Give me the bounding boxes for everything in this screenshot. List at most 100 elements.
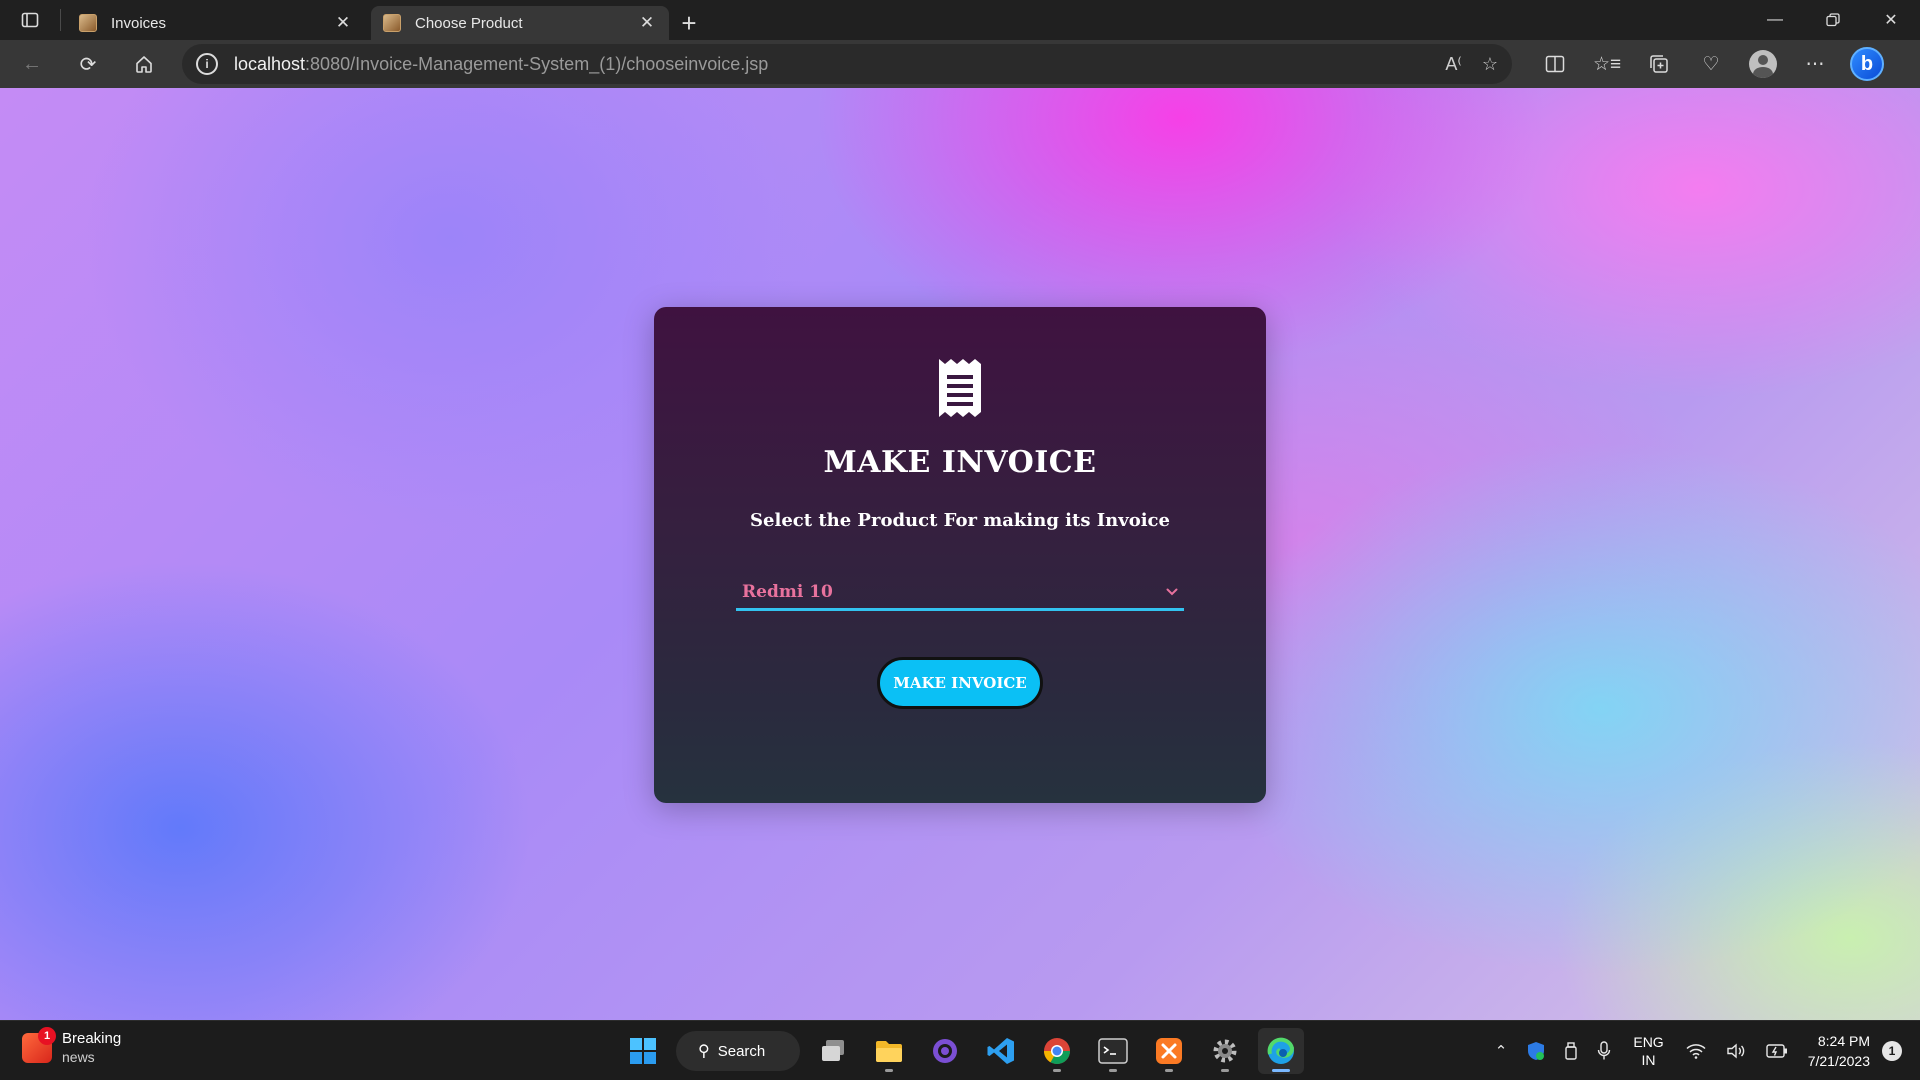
read-aloud-icon[interactable]: A⁽ — [1445, 54, 1461, 75]
folder-icon — [876, 1041, 902, 1062]
edge-button[interactable] — [1258, 1028, 1304, 1074]
close-window-button[interactable]: ✕ — [1862, 0, 1920, 40]
tab-label: Invoices — [111, 14, 167, 32]
heart-pulse-icon: ♡ — [1702, 53, 1720, 75]
xampp-button[interactable] — [1146, 1028, 1192, 1074]
running-indicator — [1165, 1069, 1173, 1072]
restore-button[interactable] — [1804, 0, 1862, 40]
product-select-value: Redmi 10 — [742, 581, 833, 602]
refresh-icon: ⟳ — [79, 53, 97, 76]
home-button[interactable] — [120, 44, 168, 84]
site-favicon-icon — [79, 14, 97, 32]
address-bar-actions: A⁽ ☆ — [1445, 54, 1498, 75]
url-text: localhost:8080/Invoice-Management-System… — [234, 54, 768, 75]
notification-badge[interactable]: 1 — [1882, 1041, 1902, 1061]
file-explorer-button[interactable] — [866, 1028, 912, 1074]
back-button[interactable]: ← — [8, 44, 56, 84]
wifi-icon[interactable] — [1686, 1043, 1706, 1059]
invoice-card: MAKE INVOICE Select the Product For maki… — [654, 307, 1266, 803]
gear-icon — [1213, 1039, 1237, 1063]
product-select[interactable]: Redmi 10 — [736, 575, 1184, 611]
clock-time: 8:24 PM — [1817, 1033, 1870, 1049]
news-subtitle: news — [62, 1049, 95, 1065]
copilot-button[interactable]: b — [1844, 44, 1890, 84]
github-desktop-button[interactable] — [922, 1028, 968, 1074]
vscode-icon — [987, 1038, 1014, 1064]
running-indicator — [885, 1069, 893, 1072]
close-icon[interactable]: ✕ — [333, 13, 353, 33]
profile-button[interactable] — [1740, 44, 1786, 84]
settings-button[interactable] — [1202, 1028, 1248, 1074]
instruction-text: Select the Product For making its Invoic… — [750, 510, 1170, 531]
taskbar: 1 Breaking news ⚲ Search ⌃ ENG IN 8:24 P… — [0, 1020, 1920, 1080]
usb-device-icon[interactable] — [1565, 1042, 1578, 1060]
restore-icon — [1826, 13, 1840, 27]
window-controls: — ✕ — [1746, 0, 1920, 40]
minimize-button[interactable]: — — [1746, 0, 1804, 40]
home-icon — [136, 56, 152, 73]
url-path: :8080/Invoice-Management-System_(1)/choo… — [305, 53, 769, 74]
language-indicator[interactable]: ENG IN — [1633, 1033, 1663, 1069]
tab-actions-icon — [21, 12, 39, 28]
chrome-button[interactable] — [1034, 1028, 1080, 1074]
favorites-button[interactable]: ☆≡ — [1584, 44, 1630, 84]
tab-actions-button[interactable] — [0, 0, 60, 40]
task-view-icon — [822, 1040, 844, 1061]
system-tray: ⌃ ENG IN 8:24 PM 7/21/2023 1 — [1485, 1021, 1920, 1080]
refresh-button[interactable]: ⟳ — [64, 44, 112, 84]
security-shield-icon[interactable] — [1527, 1041, 1545, 1061]
tab-choose-product[interactable]: Choose Product ✕ — [371, 6, 669, 40]
running-indicator — [1272, 1069, 1290, 1072]
terminal-button[interactable] — [1090, 1028, 1136, 1074]
site-info-icon[interactable]: i — [196, 53, 218, 75]
toolbar-icons: ☆≡ ♡ ⋯ b — [1532, 44, 1890, 84]
news-widget[interactable]: 1 Breaking news — [22, 1027, 121, 1067]
close-icon[interactable]: ✕ — [637, 13, 657, 33]
taskbar-search[interactable]: ⚲ Search — [676, 1031, 800, 1071]
vscode-button[interactable] — [978, 1028, 1024, 1074]
running-indicator — [1053, 1069, 1061, 1072]
chevron-up-icon[interactable]: ⌃ — [1495, 1042, 1508, 1060]
page-title: MAKE INVOICE — [823, 445, 1097, 480]
collections-button[interactable] — [1636, 44, 1682, 84]
taskbar-apps: ⚲ Search — [620, 1027, 1304, 1075]
settings-menu-button[interactable]: ⋯ — [1792, 44, 1838, 84]
running-indicator — [1109, 1069, 1117, 1072]
split-screen-icon — [1545, 55, 1565, 73]
avatar — [1749, 50, 1777, 78]
browser-essentials-button[interactable]: ♡ — [1688, 44, 1734, 84]
site-favicon-icon — [383, 14, 401, 32]
plus-icon: + — [681, 7, 697, 38]
github-icon — [933, 1039, 957, 1063]
page-viewport: MAKE INVOICE Select the Product For maki… — [0, 88, 1920, 1020]
minimize-icon: — — [1767, 11, 1783, 28]
bing-icon: b — [1850, 47, 1884, 81]
microphone-icon[interactable] — [1597, 1041, 1611, 1061]
more-icon: ⋯ — [1805, 53, 1825, 75]
task-view-button[interactable] — [810, 1028, 856, 1074]
language-secondary: IN — [1641, 1052, 1656, 1068]
chevron-down-icon — [1166, 588, 1178, 595]
terminal-icon — [1098, 1038, 1128, 1064]
url-host: localhost — [234, 53, 306, 74]
edge-icon — [1267, 1037, 1295, 1064]
receipt-icon — [939, 359, 981, 417]
new-tab-button[interactable]: + — [669, 6, 709, 40]
battery-icon[interactable] — [1766, 1044, 1788, 1058]
favorite-star-icon[interactable]: ☆ — [1482, 54, 1498, 75]
clock[interactable]: 8:24 PM 7/21/2023 — [1808, 1031, 1870, 1071]
volume-icon[interactable] — [1726, 1043, 1746, 1059]
tab-separator — [60, 9, 61, 31]
start-button[interactable] — [620, 1028, 666, 1074]
tab-invoices[interactable]: Invoices ✕ — [67, 6, 365, 40]
arrow-left-icon: ← — [22, 52, 42, 75]
news-badge: 1 — [38, 1027, 56, 1045]
split-screen-button[interactable] — [1532, 44, 1578, 84]
make-invoice-button[interactable]: MAKE INVOICE — [877, 657, 1043, 709]
news-icon: 1 — [22, 1027, 56, 1063]
tab-label: Choose Product — [415, 14, 523, 32]
xampp-icon — [1156, 1038, 1182, 1064]
language-primary: ENG — [1633, 1034, 1664, 1050]
favorites-icon: ☆≡ — [1592, 53, 1622, 75]
address-bar[interactable]: i localhost:8080/Invoice-Management-Syst… — [182, 44, 1512, 84]
